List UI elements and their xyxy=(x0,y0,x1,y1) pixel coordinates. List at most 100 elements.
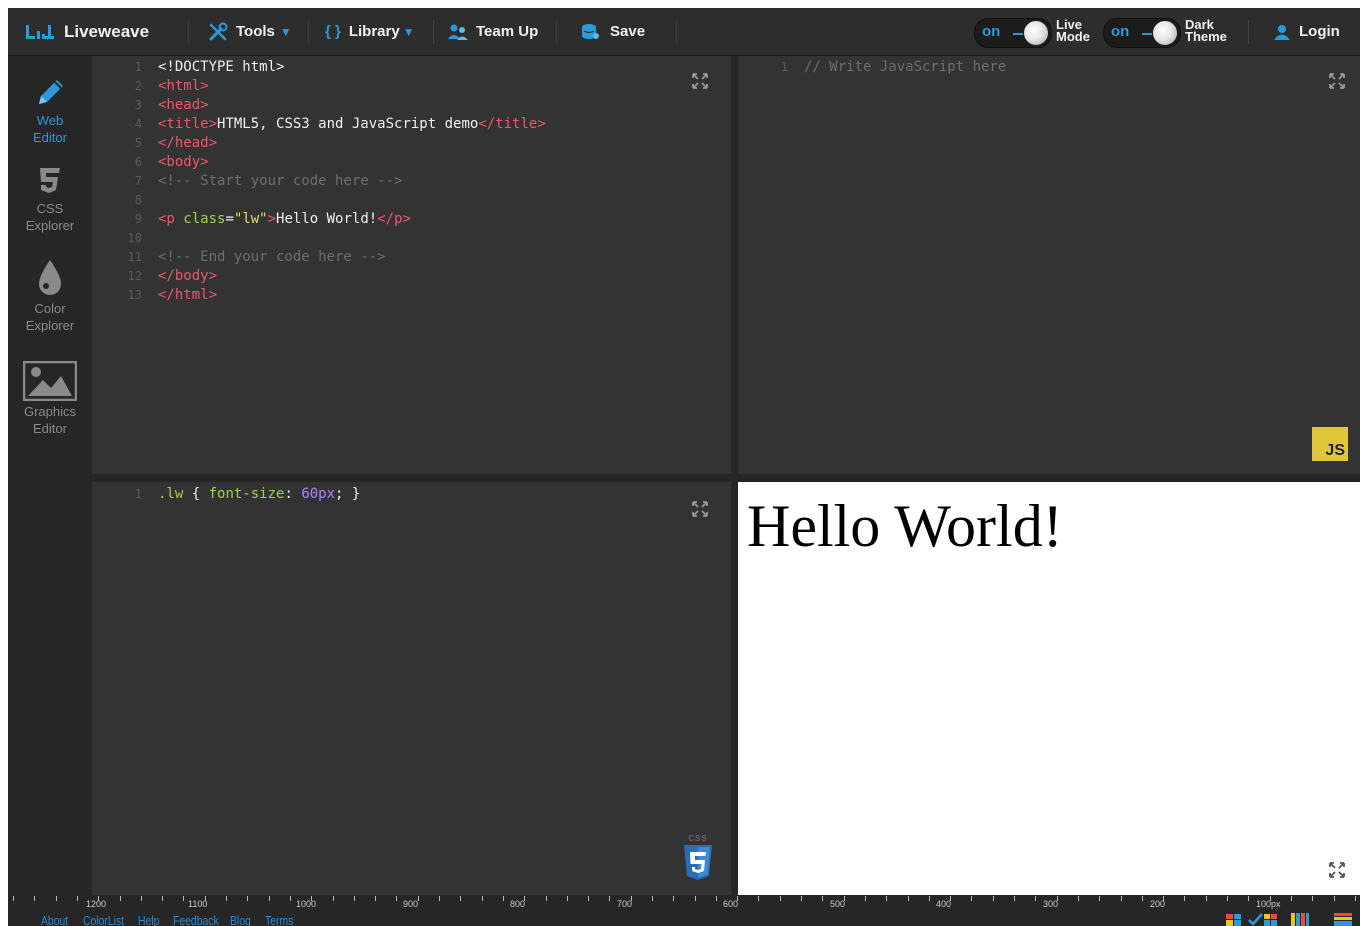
code-token: class xyxy=(183,211,226,227)
code-line: 10 xyxy=(92,230,731,249)
code-line: 6 <body> xyxy=(92,154,731,173)
line-number: 6 xyxy=(134,155,142,169)
ruler-tick xyxy=(290,896,291,901)
ruler-tick xyxy=(652,896,653,901)
ruler-tick xyxy=(801,896,802,901)
code-token: "lw" xyxy=(233,211,268,227)
dark-theme-label-line2: Theme xyxy=(1185,29,1227,44)
code-line: 2 <html> xyxy=(92,78,731,97)
tools-menu[interactable]: Tools ▼ xyxy=(208,8,292,55)
top-toolbar: Liveweave Tools ▼ { } Library ▼ Team Up … xyxy=(8,8,1360,56)
ruler-tick xyxy=(460,896,461,901)
sidebar-item-label: Web xyxy=(36,113,64,128)
footer-link-colorlist[interactable]: ColorList xyxy=(83,913,124,926)
ruler-tick xyxy=(269,896,270,901)
line-number: 8 xyxy=(134,193,142,207)
ruler-tick xyxy=(758,896,759,901)
toggle-knob xyxy=(1024,21,1048,45)
ruler-tick xyxy=(1334,896,1335,901)
dark-theme-state: on xyxy=(1111,23,1130,40)
ruler-tick xyxy=(120,896,121,901)
layout-grid-icon[interactable] xyxy=(1226,914,1242,926)
ruler-tick xyxy=(929,896,930,901)
js-badge-icon: JS xyxy=(1312,427,1348,461)
layout-check-icon[interactable] xyxy=(1248,912,1280,926)
line-number: 5 xyxy=(134,136,142,150)
ruler-tick xyxy=(354,896,355,901)
library-label: Library xyxy=(348,23,400,40)
image-icon xyxy=(23,361,77,401)
teamup-button[interactable]: Team Up xyxy=(447,8,538,55)
ruler-label: 1200 xyxy=(86,899,107,909)
sidebar-item-graphics-editor[interactable]: Graphics Editor xyxy=(8,361,92,437)
dark-theme-toggle[interactable]: on xyxy=(1103,18,1181,48)
ruler-label: 500 xyxy=(830,899,846,909)
code-token: .lw xyxy=(158,486,184,502)
ruler-tick xyxy=(1099,896,1100,901)
ruler-tick xyxy=(609,896,610,901)
footer-link-about[interactable]: About xyxy=(41,913,68,926)
toggle-track xyxy=(1142,33,1152,35)
expand-icon[interactable] xyxy=(1328,72,1346,90)
html-editor[interactable]: 1 <!DOCTYPE html> 2 <html> 3 <head> 4 <title… xyxy=(92,56,731,474)
layout-rows-icon[interactable] xyxy=(1334,913,1352,926)
code-token: { xyxy=(183,486,209,502)
library-menu[interactable]: { } Library ▼ xyxy=(325,8,415,55)
ruler-tick xyxy=(546,896,547,901)
layout-columns-icon[interactable] xyxy=(1291,913,1309,926)
sidebar-item-css-explorer[interactable]: CSS Explorer xyxy=(8,164,92,234)
logo[interactable]: Liveweave xyxy=(26,8,149,55)
footer-link-terms[interactable]: Terms xyxy=(265,913,293,926)
line-number: 1 xyxy=(134,487,142,501)
code-token: <html> xyxy=(158,78,209,94)
ruler-tick xyxy=(993,896,994,901)
sidebar-item-label: Editor xyxy=(33,130,67,145)
sidebar-item-label: Color xyxy=(34,301,66,316)
code-token: // Write JavaScript here xyxy=(804,59,1007,75)
login-label: Login xyxy=(1299,23,1340,40)
ruler-tick xyxy=(865,896,866,901)
ruler-tick xyxy=(673,896,674,901)
footer-link-help[interactable]: Help xyxy=(138,913,159,926)
header-divider xyxy=(188,20,189,44)
expand-icon[interactable] xyxy=(1328,861,1346,879)
line-number: 4 xyxy=(134,117,142,131)
line-number: 1 xyxy=(780,60,788,74)
live-mode-toggle[interactable]: on xyxy=(974,18,1052,48)
footer-link-feedback[interactable]: Feedback xyxy=(173,913,219,926)
ruler-tick xyxy=(1142,896,1143,901)
ruler-tick xyxy=(56,896,57,901)
ruler-label: 1100 xyxy=(188,899,208,909)
code-line: 3 <head> xyxy=(92,97,731,116)
save-button[interactable]: Save xyxy=(580,8,645,55)
ruler-tick xyxy=(503,896,504,901)
sidebar-item-web-editor[interactable]: Web Editor xyxy=(8,76,92,146)
expand-icon[interactable] xyxy=(691,500,709,518)
liveweave-logo-icon xyxy=(26,24,54,39)
css-editor[interactable]: 1 .lw { font-size: 60px; } CSS xyxy=(92,482,731,895)
ruler-tick xyxy=(822,896,823,901)
ruler-tick xyxy=(695,896,696,901)
toggle-knob xyxy=(1153,21,1177,45)
code-token: </title> xyxy=(478,116,546,132)
width-ruler[interactable]: 1200 1100 1000 900 800 700 600 500 400 3… xyxy=(8,895,1360,909)
line-number: 3 xyxy=(134,98,142,112)
chevron-down-icon: ▼ xyxy=(279,24,292,39)
footer-link-blog[interactable]: Blog xyxy=(230,913,251,926)
js-editor[interactable]: 1 // Write JavaScript here JS xyxy=(738,56,1360,474)
code-token: <head> xyxy=(158,97,209,113)
preview-pane[interactable]: Hello World! xyxy=(738,482,1360,895)
line-number: 13 xyxy=(127,288,142,302)
code-token: : xyxy=(284,486,302,502)
login-button[interactable]: Login xyxy=(1273,8,1340,55)
expand-icon[interactable] xyxy=(691,72,709,90)
ruler-tick xyxy=(1248,896,1249,901)
code-token: </html> xyxy=(158,287,218,303)
code-line: 4 <title>HTML5, CSS3 and JavaScript demo<… xyxy=(92,116,731,135)
code-token: <title> xyxy=(158,116,218,132)
app-window: Liveweave Tools ▼ { } Library ▼ Team Up … xyxy=(8,8,1360,926)
sidebar-item-color-explorer[interactable]: Color Explorer xyxy=(8,258,92,334)
sidebar-item-label: CSS xyxy=(36,201,64,216)
ruler-tick xyxy=(375,896,376,901)
code-token: <!DOCTYPE html> xyxy=(158,59,285,75)
